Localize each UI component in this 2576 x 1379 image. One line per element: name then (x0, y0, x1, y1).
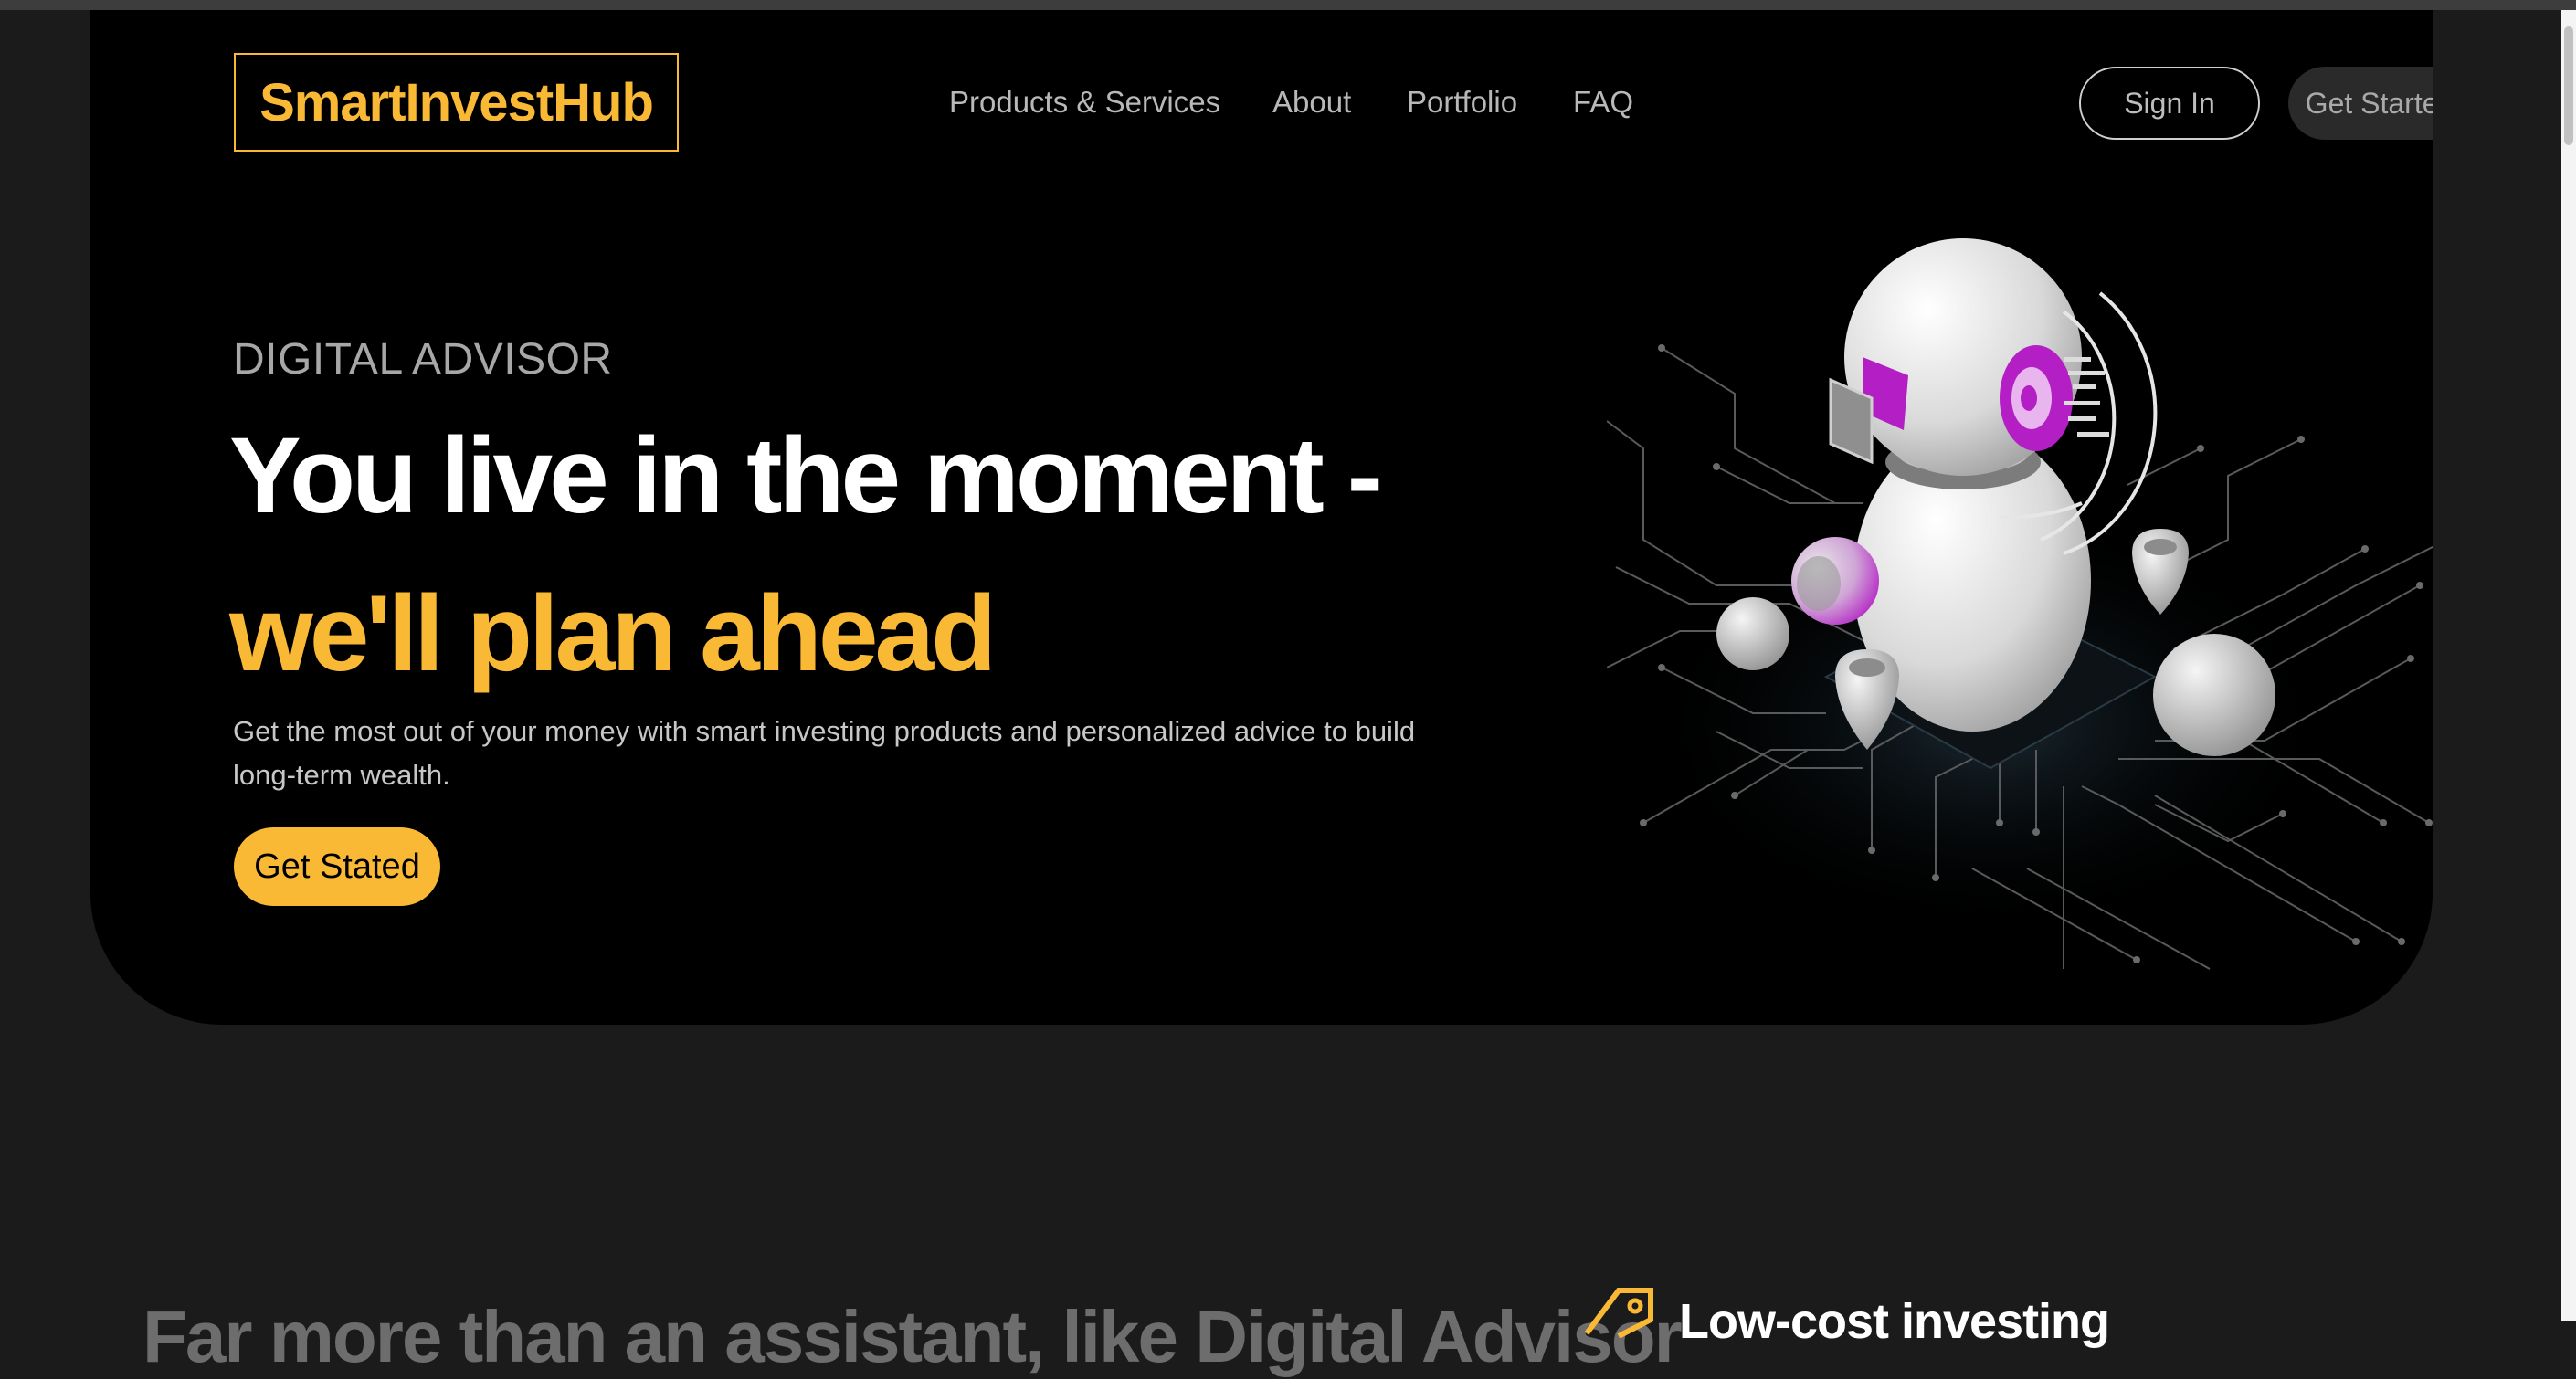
price-tag-icon (1584, 1288, 1653, 1338)
get-started-nav-label: Get Started (2305, 86, 2433, 120)
feature-title: Low-cost investing (1679, 1294, 2110, 1349)
get-started-nav-button[interactable]: Get Started (2288, 67, 2433, 140)
brand-logo[interactable]: SmartInvestHub (234, 53, 679, 152)
section-heading: Far more than an assistant, like Digital… (143, 1296, 1683, 1377)
scrollbar-thumb[interactable] (2564, 26, 2573, 145)
hero-section: SmartInvestHub Products & Services About… (90, 10, 2433, 1025)
browser-top-edge (0, 0, 2576, 10)
nav-about[interactable]: About (1272, 85, 1351, 120)
hero-cta-label: Get Stated (254, 847, 420, 886)
sign-in-label: Sign In (2124, 86, 2215, 120)
nav-portfolio[interactable]: Portfolio (1407, 85, 1517, 120)
hero-cta-button[interactable]: Get Stated (234, 827, 440, 906)
nav-faq[interactable]: FAQ (1573, 85, 1633, 120)
nav-products-services[interactable]: Products & Services (949, 85, 1220, 120)
hero-eyebrow: DIGITAL ADVISOR (233, 335, 613, 384)
page-scrollbar[interactable] (2561, 10, 2576, 1321)
robot-advisor-illustration (1607, 238, 2433, 970)
hero-headline-line1: You live in the moment - (229, 416, 1383, 536)
brand-name: SmartInvestHub (259, 72, 654, 132)
sign-in-button[interactable]: Sign In (2079, 67, 2260, 140)
hero-subtitle: Get the most out of your money with smar… (233, 715, 1416, 791)
hero-headline-line2: we'll plan ahead (229, 574, 997, 694)
